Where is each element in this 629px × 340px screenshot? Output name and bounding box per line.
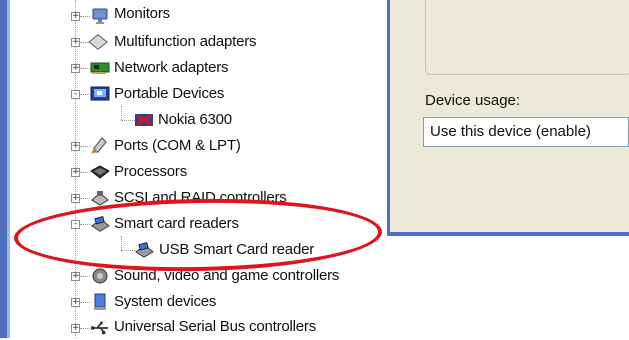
tree-item-label: Universal Serial Bus controllers: [114, 318, 317, 335]
window-left-border: [0, 0, 14, 338]
tree-item-label: System devices: [114, 293, 217, 310]
expand-icon[interactable]: +: [71, 38, 80, 47]
collapse-icon[interactable]: -: [71, 90, 80, 99]
port-icon: [90, 137, 110, 155]
tree-item-processors[interactable]: + Processors: [14, 160, 394, 184]
window-border-bar: [0, 0, 7, 338]
sound-icon: [90, 267, 110, 285]
tree-item-network-adapters[interactable]: + Network adapters: [14, 56, 394, 80]
monitor-icon: [90, 7, 110, 25]
tree-item-label: Multifunction adapters: [114, 33, 257, 50]
expand-icon[interactable]: +: [71, 298, 80, 307]
usb-icon: [90, 319, 110, 337]
tree-item-label: Ports (COM & LPT): [114, 137, 241, 154]
tree-item-system-devices[interactable]: + System devices: [14, 290, 394, 314]
expand-icon[interactable]: +: [71, 142, 80, 151]
expand-icon[interactable]: +: [71, 324, 80, 333]
device-info-groupbox: [425, 0, 629, 75]
tree-item-multifunction-adapters[interactable]: + Multifunction adapters: [14, 30, 394, 54]
device-usage-label: Device usage:: [425, 92, 521, 109]
tree-item-monitors[interactable]: + Monitors: [14, 4, 394, 28]
processor-icon: [90, 163, 110, 181]
system-device-icon: [90, 293, 110, 311]
tree-item-label: Network adapters: [114, 59, 229, 76]
tree-item-nokia-6300[interactable]: Nokia 6300: [14, 108, 394, 132]
expand-icon[interactable]: +: [71, 12, 80, 21]
tree-item-ports[interactable]: + Ports (COM & LPT): [14, 134, 394, 158]
expand-icon[interactable]: +: [71, 168, 80, 177]
tree-item-label: Monitors: [114, 5, 170, 22]
device-tree: + Monitors + Multifunction adapters + Ne…: [14, 0, 414, 338]
tree-item-portable-devices[interactable]: - Portable Devices: [14, 82, 394, 106]
multifunction-icon: [88, 33, 108, 51]
tree-item-label: Portable Devices: [114, 85, 225, 102]
tree-item-label: Processors: [114, 163, 188, 180]
expand-icon[interactable]: +: [71, 64, 80, 73]
tree-item-usb-controllers[interactable]: + Universal Serial Bus controllers: [14, 316, 394, 340]
portable-device-icon: [90, 85, 110, 103]
network-card-icon: [90, 59, 110, 77]
expand-icon[interactable]: +: [71, 194, 80, 203]
window-border-inner: [7, 0, 10, 338]
phone-device-icon: [134, 111, 154, 129]
device-usage-dropdown[interactable]: Use this device (enable): [423, 117, 629, 147]
expand-icon[interactable]: +: [71, 272, 80, 281]
tree-item-label: Nokia 6300: [158, 111, 232, 128]
